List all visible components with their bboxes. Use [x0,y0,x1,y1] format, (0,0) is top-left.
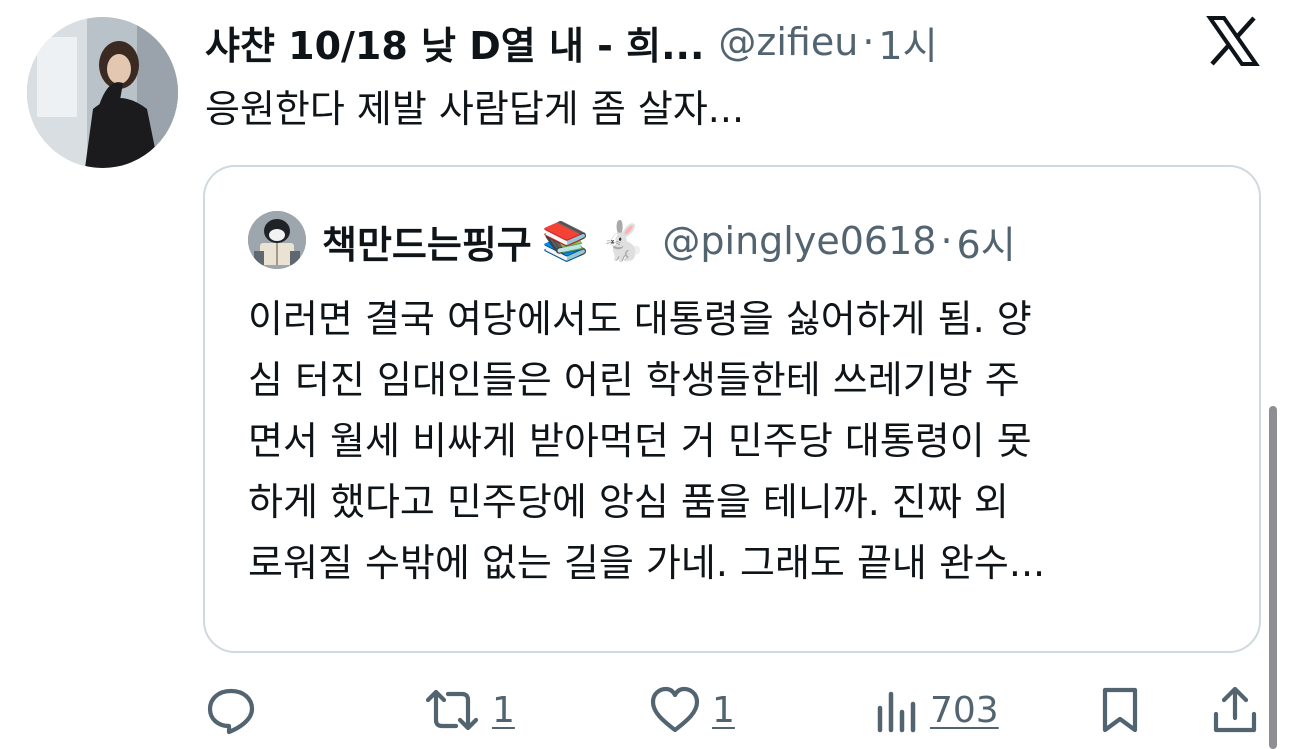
views-count[interactable]: 703 [930,690,999,731]
retweet-button[interactable]: 1 [422,680,515,740]
views-button[interactable]: 703 [874,680,999,740]
tweet-header: 샤챤 10/18 낮 D열 내 - 희... @zifieu · 1시 [205,14,938,70]
quoted-author-display-name[interactable]: 책만드는핑구 [322,214,532,269]
author-avatar[interactable] [27,17,178,168]
author-avatar-image [27,17,178,168]
share-icon [1213,686,1257,733]
quoted-avatar-image [248,211,306,269]
tweet-action-bar: 1 1 703 [0,680,1290,740]
speech-bubble-icon [207,688,255,735]
quoted-tweet-text: 이러면 결국 여당에서도 대통령을 싫어하게 됨. 양 심 터진 임대인들은 어… [248,289,1248,594]
quoted-tweet-card[interactable]: 책만드는핑구 📚 🐇 @pinglye0618 · 6시 이러면 결국 여당에서… [203,165,1261,653]
books-emoji: 📚 [541,218,590,263]
retweet-icon [425,689,479,731]
reply-button[interactable] [205,680,257,740]
rabbit-emoji: 🐇 [599,218,647,263]
quoted-text-line: 하게 했다고 민주당에 앙심 품을 테니까. 진짜 외 [248,480,1009,524]
quoted-header-separator: · [940,219,953,263]
quoted-text-line: 심 터진 임대인들은 어린 학생들한테 쓰레기방 주 [248,358,1020,402]
like-button[interactable]: 1 [648,680,735,740]
quoted-tweet-header: 책만드는핑구 📚 🐇 @pinglye0618 · 6시 [322,211,1016,271]
quoted-text-line: 이러면 결국 여당에서도 대통령을 싫어하게 됨. 양 [248,297,1032,341]
author-handle[interactable]: @zifieu [718,20,858,64]
retweet-count[interactable]: 1 [492,690,515,731]
quoted-tweet-timestamp[interactable]: 6시 [957,214,1016,269]
quoted-author-handle[interactable]: @pinglye0618 [662,219,936,263]
author-display-name[interactable]: 샤챤 10/18 낮 D열 내 - 희... [205,15,704,70]
like-count[interactable]: 1 [712,690,735,731]
tweet-view: 샤챤 10/18 낮 D열 내 - 희... @zifieu · 1시 응원한다… [0,0,1290,749]
bookmark-icon [1102,687,1138,733]
scrollbar-thumb[interactable] [1269,406,1277,749]
quoted-text-line: 로워질 수밖에 없는 길을 가네. 그래도 끝내 완수... [248,541,1046,585]
header-separator: · [862,20,875,64]
quoted-author-avatar[interactable] [248,211,306,269]
quoted-text-line: 면서 월세 비싸게 받아먹던 거 민주당 대통령이 못 [248,419,1032,463]
share-button[interactable] [1210,680,1260,740]
bar-chart-icon [877,691,916,733]
tweet-timestamp[interactable]: 1시 [878,15,937,70]
bookmark-button[interactable] [1097,680,1143,740]
x-logo-icon[interactable] [1206,14,1260,68]
heart-icon [650,686,700,733]
tweet-text: 응원한다 제발 사람답게 좀 살자... [205,87,745,131]
